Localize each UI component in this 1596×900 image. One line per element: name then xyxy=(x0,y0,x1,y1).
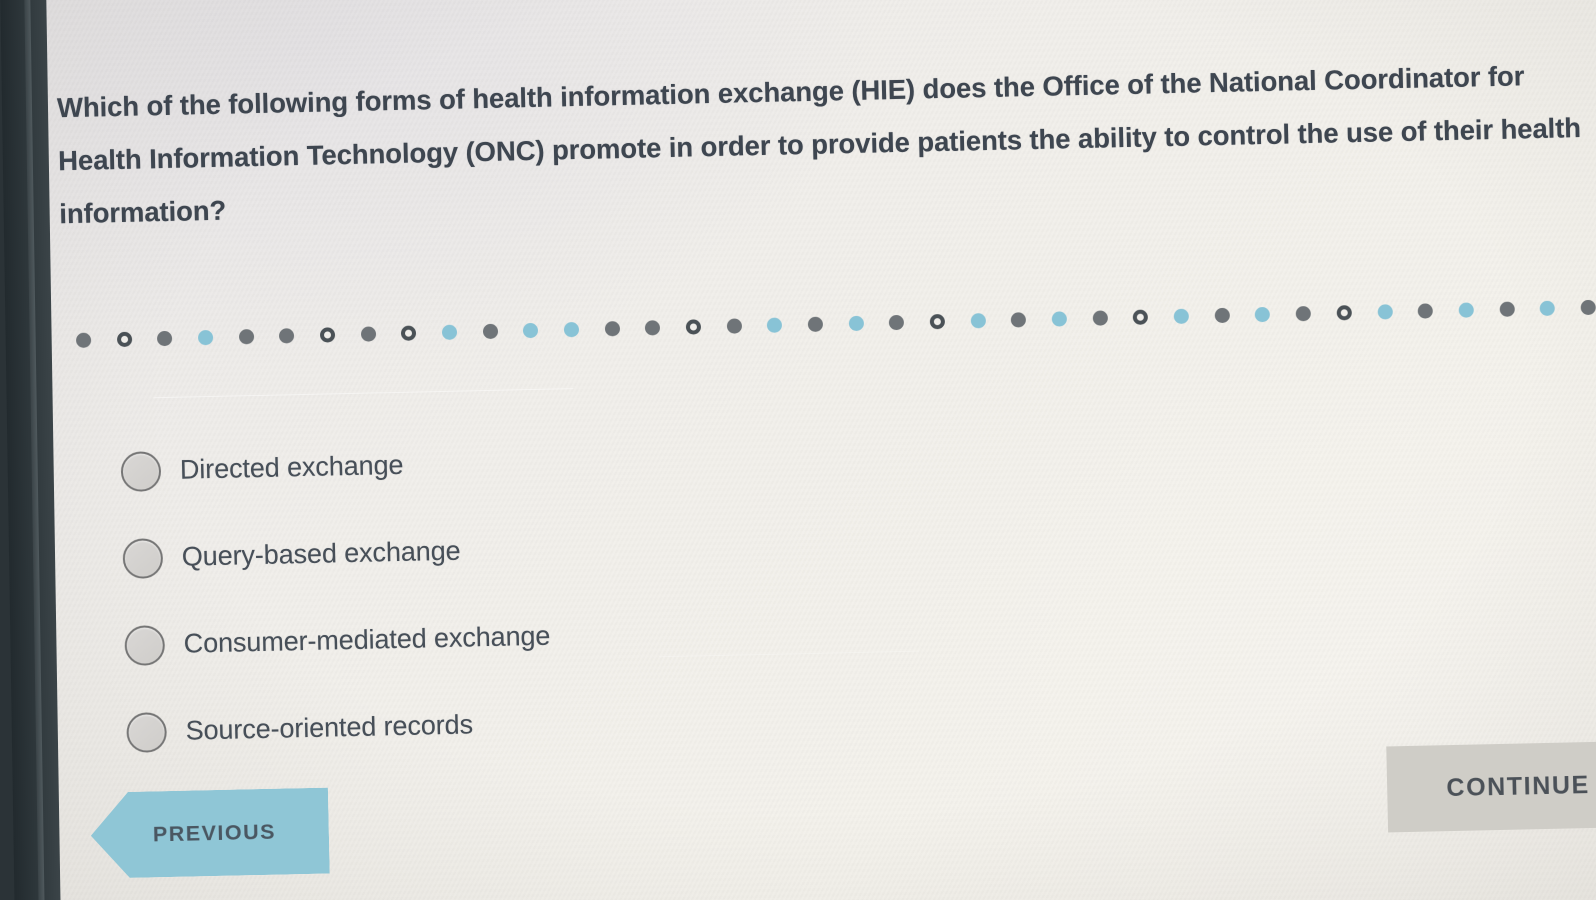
progress-dots[interactable] xyxy=(75,292,1596,355)
progress-dot[interactable] xyxy=(807,316,824,332)
progress-dot[interactable] xyxy=(157,330,173,346)
progress-dot[interactable] xyxy=(1255,306,1271,322)
continue-button-label: CONTINUE xyxy=(1446,770,1591,802)
answer-options-list: Directed exchange Query-based exchange Con… xyxy=(120,408,1027,776)
progress-dot[interactable] xyxy=(726,317,742,334)
progress-dot[interactable] xyxy=(1133,309,1149,325)
progress-dot[interactable] xyxy=(482,323,498,339)
previous-button-label: PREVIOUS xyxy=(152,819,277,846)
progress-dot[interactable] xyxy=(563,321,580,337)
progress-dot[interactable] xyxy=(319,326,336,343)
progress-dot[interactable] xyxy=(523,322,539,338)
progress-dot[interactable] xyxy=(1173,308,1190,324)
progress-dot[interactable] xyxy=(197,329,214,345)
progress-dot[interactable] xyxy=(970,312,986,328)
photographed-screen: Which of the following forms of health i… xyxy=(0,0,1596,900)
option-source-oriented-records[interactable]: Source-oriented records xyxy=(126,669,1028,776)
progress-dot[interactable] xyxy=(1214,307,1230,323)
progress-dot[interactable] xyxy=(1580,299,1596,315)
progress-dot[interactable] xyxy=(1499,301,1515,317)
progress-dot[interactable] xyxy=(1377,303,1393,320)
progress-dot[interactable] xyxy=(441,324,458,340)
radio-button-icon[interactable] xyxy=(126,711,168,753)
progress-dot[interactable] xyxy=(929,313,946,329)
progress-dot[interactable] xyxy=(1295,305,1312,321)
progress-dot[interactable] xyxy=(238,328,254,344)
quiz-content: Which of the following forms of health i… xyxy=(24,0,1596,900)
progress-dot[interactable] xyxy=(604,320,620,336)
progress-dot[interactable] xyxy=(279,327,295,344)
option-label: Query-based exchange xyxy=(181,535,461,572)
question-text: Which of the following forms of health i… xyxy=(56,60,1582,230)
progress-dot[interactable] xyxy=(645,319,661,336)
continue-button[interactable]: CONTINUE xyxy=(1386,740,1596,833)
progress-dot[interactable] xyxy=(401,325,417,341)
progress-dot[interactable] xyxy=(75,332,92,348)
progress-dot[interactable] xyxy=(848,315,864,331)
progress-dot[interactable] xyxy=(1336,304,1352,320)
radio-button-icon[interactable] xyxy=(122,537,164,579)
progress-dot[interactable] xyxy=(360,325,376,342)
progress-dot[interactable] xyxy=(1539,300,1556,316)
progress-dot[interactable] xyxy=(116,331,132,347)
progress-dot[interactable] xyxy=(1458,301,1474,318)
progress-dot[interactable] xyxy=(767,317,783,333)
progress-dot[interactable] xyxy=(1092,309,1108,326)
progress-dot[interactable] xyxy=(1011,311,1027,328)
option-label: Consumer-mediated exchange xyxy=(183,620,551,659)
progress-dot[interactable] xyxy=(889,314,905,330)
progress-dot[interactable] xyxy=(1417,302,1434,319)
radio-button-icon[interactable] xyxy=(120,450,162,492)
option-label: Source-oriented records xyxy=(185,709,474,746)
option-label: Directed exchange xyxy=(179,449,404,485)
previous-button[interactable]: PREVIOUS xyxy=(90,788,330,879)
radio-button-icon[interactable] xyxy=(124,624,166,666)
progress-dot[interactable] xyxy=(1051,310,1068,327)
progress-dot[interactable] xyxy=(685,318,702,335)
